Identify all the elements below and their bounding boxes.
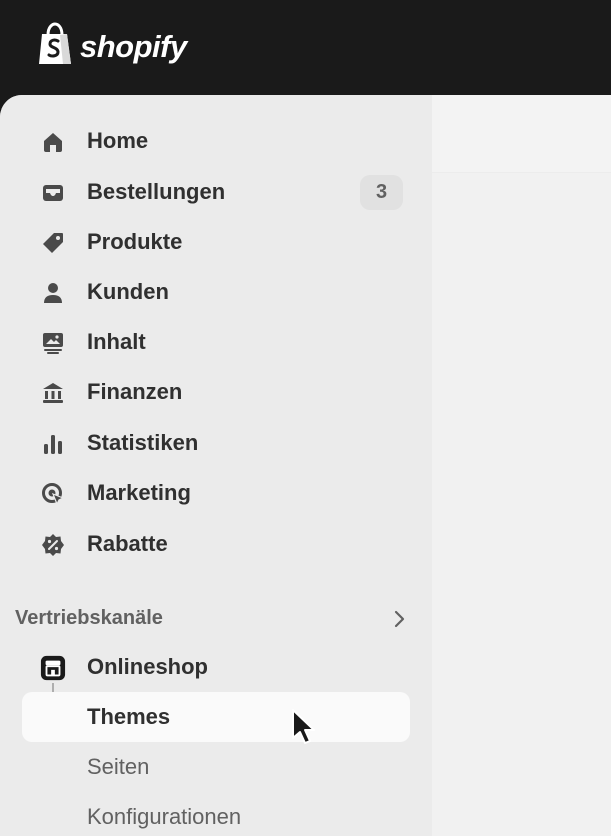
sidebar-item-label: Seiten (87, 754, 150, 779)
sidebar-item-label: Themes (87, 704, 171, 729)
sidebar: Home Bestellungen 3 Produkte Kunden Inha… (0, 95, 432, 836)
sales-channels-heading[interactable]: Vertriebskanäle (15, 604, 410, 634)
main-header-strip (432, 95, 611, 173)
sidebar-item-label: Home (87, 128, 149, 153)
sidebar-item-label: Rabatte (87, 531, 168, 556)
sidebar-item-label: Konfigurationen (87, 804, 242, 829)
target-icon (40, 481, 66, 507)
sidebar-item-finances[interactable]: Finanzen (22, 367, 410, 417)
mouse-cursor-icon (292, 709, 315, 744)
storefront-icon (40, 655, 66, 681)
main-content-area (432, 95, 611, 836)
shopify-logo[interactable]: shopify (36, 22, 187, 71)
sidebar-item-marketing[interactable]: Marketing (22, 468, 410, 518)
tag-icon (40, 230, 66, 256)
sidebar-item-label: Bestellungen (87, 179, 226, 204)
chevron-right-icon[interactable] (388, 608, 410, 630)
content-icon (40, 330, 66, 356)
sidebar-subitem-pages[interactable]: Seiten (22, 742, 410, 792)
sidebar-item-home[interactable]: Home (22, 116, 410, 166)
sidebar-item-content[interactable]: Inhalt (22, 317, 410, 367)
sidebar-item-label: Marketing (87, 480, 191, 505)
bank-icon (40, 380, 66, 406)
inbox-icon (40, 180, 66, 206)
sidebar-item-label: Kunden (87, 279, 169, 304)
sidebar-subitem-preferences[interactable]: Konfigurationen (22, 792, 410, 836)
sidebar-item-label: Produkte (87, 229, 183, 254)
person-icon (40, 280, 66, 306)
sidebar-item-products[interactable]: Produkte (22, 217, 410, 267)
home-icon (40, 129, 66, 155)
discount-icon (40, 532, 66, 558)
sidebar-item-label: Onlineshop (87, 654, 208, 679)
sidebar-item-label: Inhalt (87, 329, 146, 354)
sidebar-item-label: Finanzen (87, 379, 183, 404)
brand-name: shopify (80, 28, 187, 64)
bar-chart-icon (40, 431, 66, 457)
sales-channels-label: Vertriebskanäle (15, 607, 163, 629)
orders-count-badge: 3 (360, 175, 403, 210)
sidebar-item-orders[interactable]: Bestellungen 3 (22, 167, 410, 217)
sidebar-item-online-store[interactable]: Onlineshop (22, 642, 410, 692)
sidebar-item-analytics[interactable]: Statistiken (22, 418, 410, 468)
top-bar: shopify (0, 0, 611, 96)
sidebar-item-label: Statistiken (87, 430, 199, 455)
sidebar-item-customers[interactable]: Kunden (22, 267, 410, 317)
shopify-bag-icon (36, 22, 74, 71)
sidebar-subitem-themes[interactable]: Themes (22, 692, 410, 742)
sidebar-item-discounts[interactable]: Rabatte (22, 519, 410, 569)
